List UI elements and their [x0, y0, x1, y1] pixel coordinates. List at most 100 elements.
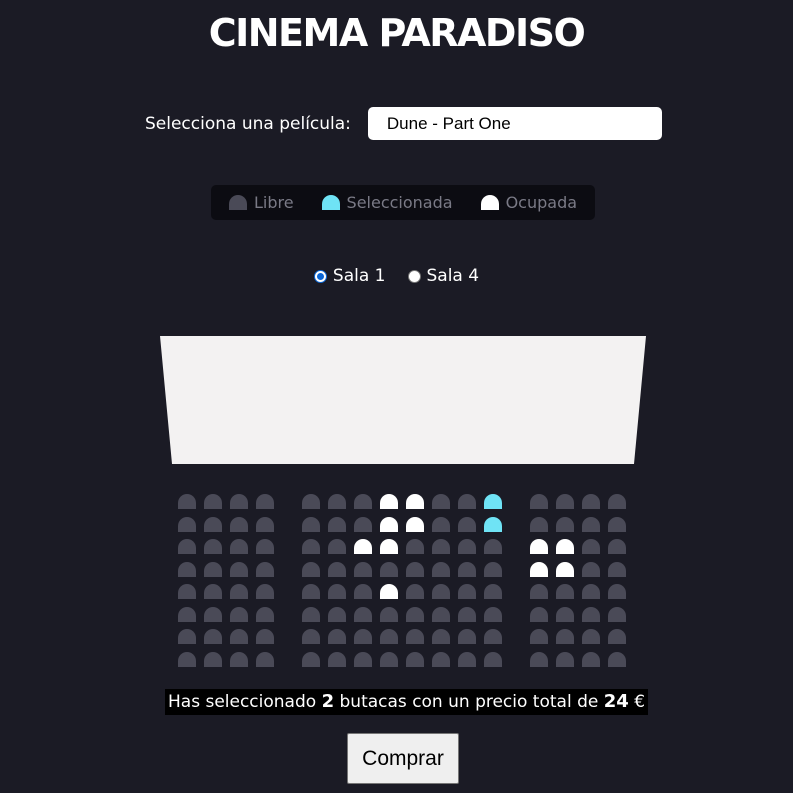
seat-free-r7-c7[interactable] — [354, 629, 372, 644]
seat-free-r2-c3[interactable] — [230, 516, 248, 532]
seat-free-r5-c15[interactable] — [582, 584, 600, 599]
seat-free-r4-c9[interactable] — [406, 561, 424, 577]
seat-free-r5-c14[interactable] — [556, 584, 574, 599]
seat-free-r4-c8[interactable] — [380, 561, 398, 577]
seat-free-r1-c5[interactable] — [302, 494, 320, 509]
seat-free-r6-c12[interactable] — [484, 606, 502, 622]
seat-free-r8-c1[interactable] — [178, 651, 196, 667]
seat-free-r6-c9[interactable] — [406, 606, 424, 622]
seat-free-r3-c1[interactable] — [178, 539, 196, 554]
seat-free-r2-c6[interactable] — [328, 516, 346, 532]
seat-free-r5-c5[interactable] — [302, 584, 320, 599]
seat-free-r1-c2[interactable] — [204, 494, 222, 509]
room-radio-1[interactable] — [313, 269, 327, 283]
seat-free-r3-c6[interactable] — [328, 539, 346, 554]
seat-selected-r2-c12[interactable] — [484, 516, 502, 532]
room-option-1[interactable]: Sala 1 — [313, 266, 386, 286]
seat-free-r1-c13[interactable] — [530, 494, 548, 509]
seat-free-r8-c12[interactable] — [484, 651, 502, 667]
seat-free-r1-c14[interactable] — [556, 494, 574, 509]
seat-free-r4-c4[interactable] — [256, 561, 274, 577]
seat-free-r5-c12[interactable] — [484, 584, 502, 599]
seat-free-r5-c3[interactable] — [230, 584, 248, 599]
seat-free-r2-c13[interactable] — [530, 516, 548, 532]
seat-free-r1-c10[interactable] — [432, 494, 450, 509]
seat-free-r6-c2[interactable] — [204, 606, 222, 622]
seat-free-r4-c10[interactable] — [432, 561, 450, 577]
seat-free-r6-c4[interactable] — [256, 606, 274, 622]
seat-free-r3-c15[interactable] — [582, 539, 600, 554]
seat-free-r4-c11[interactable] — [458, 561, 476, 577]
seat-free-r7-c16[interactable] — [608, 629, 626, 644]
seat-free-r6-c13[interactable] — [530, 606, 548, 622]
seat-free-r6-c15[interactable] — [582, 606, 600, 622]
seat-free-r6-c5[interactable] — [302, 606, 320, 622]
seat-free-r5-c1[interactable] — [178, 584, 196, 599]
seat-free-r6-c8[interactable] — [380, 606, 398, 622]
seat-free-r1-c6[interactable] — [328, 494, 346, 509]
seat-free-r4-c1[interactable] — [178, 561, 196, 577]
seat-free-r5-c9[interactable] — [406, 584, 424, 599]
seat-free-r4-c6[interactable] — [328, 561, 346, 577]
seat-free-r8-c16[interactable] — [608, 651, 626, 667]
seat-free-r4-c15[interactable] — [582, 561, 600, 577]
room-option-4[interactable]: Sala 4 — [407, 266, 479, 286]
movie-select[interactable]: Dune - Part One — [367, 107, 662, 140]
seat-free-r8-c8[interactable] — [380, 651, 398, 667]
seat-selected-r1-c12[interactable] — [484, 494, 502, 509]
seat-free-r2-c10[interactable] — [432, 516, 450, 532]
seat-free-r7-c11[interactable] — [458, 629, 476, 644]
seat-free-r1-c3[interactable] — [230, 494, 248, 509]
seat-free-r7-c14[interactable] — [556, 629, 574, 644]
seat-free-r2-c14[interactable] — [556, 516, 574, 532]
seat-free-r8-c5[interactable] — [302, 651, 320, 667]
seat-free-r3-c10[interactable] — [432, 539, 450, 554]
seat-free-r8-c10[interactable] — [432, 651, 450, 667]
seat-free-r1-c16[interactable] — [608, 494, 626, 509]
seat-free-r8-c7[interactable] — [354, 651, 372, 667]
seat-free-r3-c16[interactable] — [608, 539, 626, 554]
seat-free-r8-c11[interactable] — [458, 651, 476, 667]
seat-free-r7-c15[interactable] — [582, 629, 600, 644]
seat-free-r6-c1[interactable] — [178, 606, 196, 622]
seat-free-r8-c14[interactable] — [556, 651, 574, 667]
seat-free-r8-c9[interactable] — [406, 651, 424, 667]
seat-free-r6-c11[interactable] — [458, 606, 476, 622]
seat-free-r7-c4[interactable] — [256, 629, 274, 644]
seat-free-r5-c10[interactable] — [432, 584, 450, 599]
seat-free-r3-c12[interactable] — [484, 539, 502, 554]
seat-free-r5-c4[interactable] — [256, 584, 274, 599]
seat-free-r5-c13[interactable] — [530, 584, 548, 599]
seat-free-r2-c2[interactable] — [204, 516, 222, 532]
seat-free-r8-c15[interactable] — [582, 651, 600, 667]
seat-free-r3-c11[interactable] — [458, 539, 476, 554]
seat-free-r4-c3[interactable] — [230, 561, 248, 577]
seat-free-r8-c6[interactable] — [328, 651, 346, 667]
seat-free-r8-c3[interactable] — [230, 651, 248, 667]
seat-free-r1-c7[interactable] — [354, 494, 372, 509]
seat-free-r6-c6[interactable] — [328, 606, 346, 622]
seat-free-r3-c4[interactable] — [256, 539, 274, 554]
seat-free-r7-c12[interactable] — [484, 629, 502, 644]
seat-free-r6-c3[interactable] — [230, 606, 248, 622]
seat-free-r6-c14[interactable] — [556, 606, 574, 622]
seat-free-r8-c2[interactable] — [204, 651, 222, 667]
room-radio-4[interactable] — [407, 269, 421, 283]
seat-free-r5-c16[interactable] — [608, 584, 626, 599]
seat-free-r7-c6[interactable] — [328, 629, 346, 644]
seat-free-r8-c4[interactable] — [256, 651, 274, 667]
seat-free-r2-c11[interactable] — [458, 516, 476, 532]
seat-free-r5-c2[interactable] — [204, 584, 222, 599]
seat-free-r5-c7[interactable] — [354, 584, 372, 599]
seat-free-r2-c1[interactable] — [178, 516, 196, 532]
seat-free-r7-c10[interactable] — [432, 629, 450, 644]
seat-free-r8-c13[interactable] — [530, 651, 548, 667]
seat-free-r7-c8[interactable] — [380, 629, 398, 644]
seat-free-r1-c15[interactable] — [582, 494, 600, 509]
seat-free-r1-c1[interactable] — [178, 494, 196, 509]
seat-free-r4-c12[interactable] — [484, 561, 502, 577]
seat-free-r4-c7[interactable] — [354, 561, 372, 577]
seat-free-r2-c15[interactable] — [582, 516, 600, 532]
seat-free-r7-c5[interactable] — [302, 629, 320, 644]
seat-free-r4-c5[interactable] — [302, 561, 320, 577]
